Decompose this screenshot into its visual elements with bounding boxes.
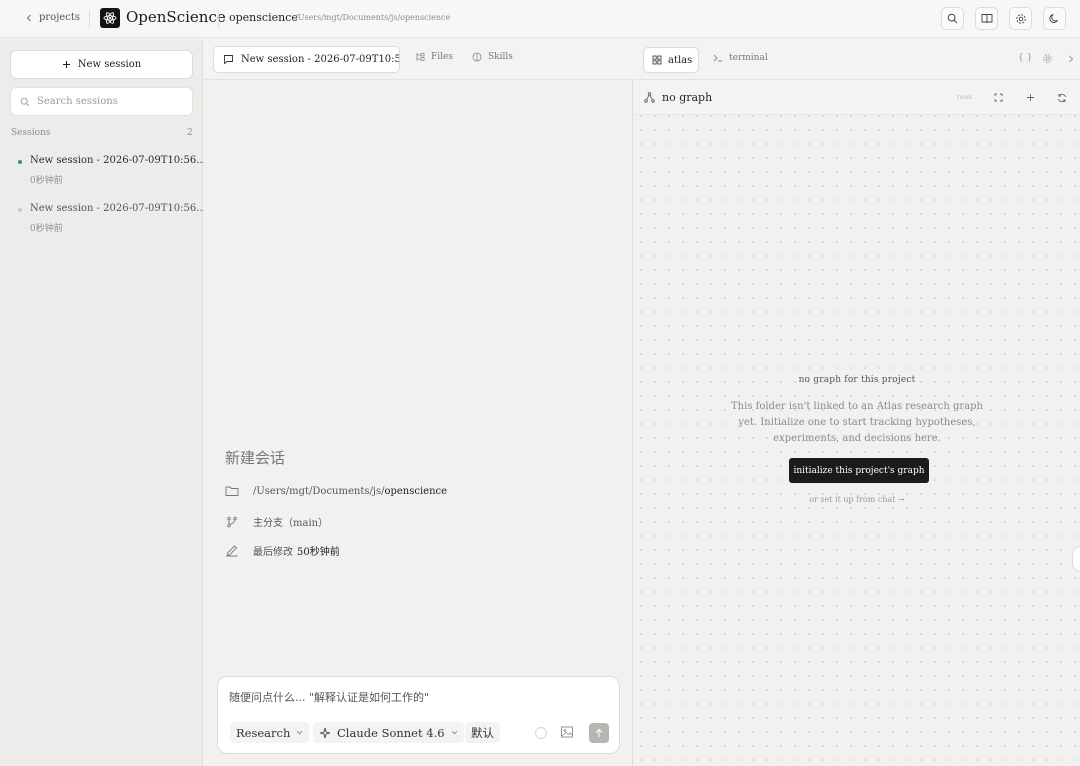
floating-handle[interactable] [1072, 546, 1080, 572]
image-attach-icon[interactable] [560, 725, 574, 739]
folder-path-name: openscience [384, 485, 448, 497]
arrow-up-icon [594, 728, 604, 738]
graph-title: no graph [644, 91, 712, 104]
session-folder-row: /Users/mgt/Documents/js/openscience [225, 485, 447, 497]
gear-icon[interactable] [1042, 53, 1053, 64]
sessions-sidebar: New session Search sessions Sessions 2 N… [0, 39, 206, 766]
project-path: /Users/mgt/Documents/js/openscience [295, 13, 451, 22]
back-to-projects-link[interactable]: projects [26, 12, 80, 23]
setup-from-chat-link[interactable]: or set it up from chat → [634, 495, 1080, 504]
git-branch-icon [225, 516, 239, 528]
tab-terminal-label: terminal [729, 53, 768, 63]
default-option-button[interactable]: 默认 [465, 722, 500, 743]
atlas-header: no graph reset [634, 80, 1080, 115]
atlas-tabs: atlas terminal { } [634, 39, 1080, 80]
session-indicator-dot [18, 208, 22, 212]
tab-files[interactable]: Files [415, 52, 453, 62]
mode-select[interactable]: Research [230, 722, 310, 743]
new-session-label: New session [77, 59, 142, 70]
search-sessions-input[interactable]: Search sessions [10, 87, 193, 116]
fullscreen-icon[interactable] [994, 93, 1003, 102]
divider [89, 10, 90, 28]
json-braces-button[interactable]: { } [1018, 53, 1032, 63]
docs-button[interactable] [975, 7, 998, 30]
chat-tabs: New session - 2026-07-09T10:5... Files S… [204, 39, 633, 80]
folder-path-prefix: /Users/mgt/Documents/js/ [253, 485, 385, 497]
session-time: 0秒钟前 [30, 224, 63, 234]
tab-atlas[interactable]: atlas [643, 47, 699, 73]
message-input[interactable]: 随便问点什么... "解释认证是如何工作的" [229, 689, 429, 705]
session-item[interactable]: New session - 2026-07-09T10:56... 0秒钟前 [10, 198, 206, 236]
grid-icon [652, 55, 662, 65]
brand-name: OpenScience [126, 8, 226, 26]
branch-name: 主分支（main） [253, 518, 329, 529]
theme-toggle-button[interactable] [1043, 7, 1066, 30]
project-name[interactable]: openscience [229, 11, 298, 24]
chat-panel: New session - 2026-07-09T10:5... Files S… [204, 39, 633, 766]
tab-files-label: Files [431, 52, 453, 62]
search-icon [20, 97, 30, 107]
back-label: projects [39, 12, 80, 23]
terminal-icon [713, 54, 723, 62]
moon-icon [1049, 13, 1060, 24]
reset-button[interactable]: reset [957, 94, 972, 101]
session-title: New session - 2026-07-09T10:56... [30, 203, 206, 214]
pencil-icon [225, 544, 239, 557]
plus-icon[interactable] [1026, 93, 1035, 102]
folder-icon [225, 485, 239, 497]
model-label: Claude Sonnet 4.6 [337, 725, 445, 740]
context-usage-ring-icon [534, 726, 548, 740]
atlas-panel: atlas terminal { } no graph reset no gra… [634, 39, 1080, 766]
sessions-count: 2 [187, 128, 193, 138]
session-branch-row: 主分支（main） [225, 514, 328, 529]
chevron-right-icon[interactable] [1068, 55, 1074, 63]
book-icon [981, 13, 993, 24]
search-placeholder: Search sessions [37, 96, 118, 107]
plus-icon [62, 60, 71, 69]
sparkle-icon [319, 727, 331, 739]
model-select[interactable]: Claude Sonnet 4.6 [313, 722, 464, 743]
sessions-heading: Sessions [11, 128, 51, 138]
folder-path: /Users/mgt/Documents/js/openscience [253, 486, 447, 497]
session-heading: 新建会话 [225, 449, 286, 467]
tab-session-label: New session - 2026-07-09T10:5... [241, 54, 400, 65]
chevron-down-icon [296, 730, 303, 735]
tab-terminal[interactable]: terminal [713, 53, 768, 63]
files-icon [415, 52, 425, 62]
tab-session[interactable]: New session - 2026-07-09T10:5... [213, 46, 400, 73]
tab-skills-label: Skills [488, 52, 513, 62]
graph-title-text: no graph [662, 91, 713, 104]
active-indicator-dot [18, 160, 22, 164]
empty-state-title: no graph for this project [798, 375, 916, 385]
refresh-icon[interactable] [1057, 93, 1067, 103]
session-title: New session - 2026-07-09T10:56... [30, 155, 206, 166]
message-composer: 随便问点什么... "解释认证是如何工作的" Research Claude S… [217, 676, 620, 754]
empty-state-description: This folder isn't linked to an Atlas res… [731, 401, 983, 444]
divider [218, 10, 219, 28]
send-button[interactable] [589, 723, 609, 743]
skills-icon [472, 52, 482, 62]
initialize-graph-button[interactable]: initialize this project's graph [789, 458, 929, 483]
openscience-logo-icon [100, 8, 120, 28]
tab-atlas-label: atlas [668, 54, 693, 66]
tab-skills[interactable]: Skills [472, 52, 513, 62]
settings-button[interactable] [1009, 7, 1032, 30]
top-bar: projects OpenScience openscience /Users/… [0, 0, 1080, 38]
modified-value: 50秒钟前 [297, 547, 340, 558]
modified-label: 最后修改 [253, 547, 293, 558]
chevron-down-icon [451, 730, 458, 735]
new-session-button[interactable]: New session [10, 50, 193, 79]
session-time: 0秒钟前 [30, 176, 63, 186]
default-label: 默认 [471, 725, 494, 740]
chat-bubble-icon [223, 54, 234, 65]
chevron-left-icon [26, 14, 32, 22]
search-icon [947, 13, 958, 24]
search-button[interactable] [941, 7, 964, 30]
session-modified-row: 最后修改 50秒钟前 [225, 543, 340, 558]
session-item[interactable]: New session - 2026-07-09T10:56... 0秒钟前 [10, 150, 206, 188]
mode-label: Research [236, 725, 291, 740]
gear-icon [1015, 13, 1027, 25]
graph-nodes-icon [644, 92, 655, 103]
